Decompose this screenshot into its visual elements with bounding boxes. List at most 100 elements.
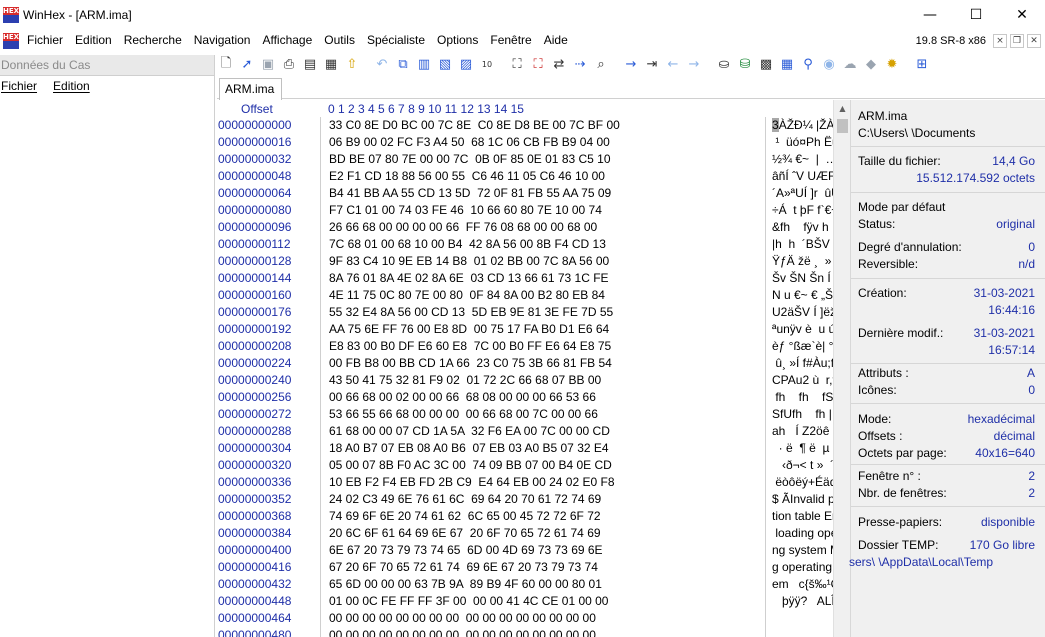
extra-icon[interactable]: ◆	[861, 56, 881, 74]
hex-bytes-cell[interactable]: 7C 68 01 00 68 10 00 B4 42 8A 56 00 8B F…	[321, 236, 766, 253]
open-file-icon[interactable]: ➚	[237, 56, 257, 74]
ascii-cell[interactable]: 3ÀŽÐ¼ |ŽÀŽØ¾ |¿	[766, 117, 833, 134]
cloud-icon[interactable]: ☁	[840, 56, 860, 74]
ascii-cell[interactable]: ah Í Z2öê | Í	[766, 423, 833, 440]
forward-icon[interactable]: →	[684, 56, 704, 74]
hex-row[interactable]: 00000000448 01 00 0C FE FF FF 3F 00 00 00…	[216, 593, 833, 610]
find-hex-text-icon[interactable]: ⌕	[591, 56, 611, 74]
case-menu-edition[interactable]: Edition	[53, 79, 96, 93]
minimize-button[interactable]: —	[907, 0, 953, 30]
ram-icon[interactable]: ▩	[756, 56, 776, 74]
hex-row[interactable]: 00000000064 B4 41 BB AA 55 CD 13 5D 72 0F…	[216, 185, 833, 202]
hex-row[interactable]: 00000000176 55 32 E4 8A 56 00 CD 13 5D EB…	[216, 304, 833, 321]
save-icon[interactable]: ▣	[258, 56, 278, 74]
hex-row[interactable]: 00000000128 9F 83 C4 10 9E EB 14 B8 01 02…	[216, 253, 833, 270]
hex-row[interactable]: 00000000032 BD BE 07 80 7E 00 00 7C 0B 0F…	[216, 151, 833, 168]
hex-row[interactable]: 00000000192 AA 75 6E FF 76 00 E8 8D 00 75…	[216, 321, 833, 338]
ascii-cell[interactable]: ‹ð¬< t » ´ Í	[766, 457, 833, 474]
maximize-button[interactable]: ☐	[953, 0, 999, 30]
fill-icon[interactable]: ▨	[456, 56, 476, 74]
zoom-icon[interactable]: ⚲	[798, 56, 818, 74]
ascii-cell[interactable]: tion table Error	[766, 508, 833, 525]
hex-bytes-cell[interactable]: 00 FB B8 00 BB CD 1A 66 23 C0 75 3B 66 8…	[321, 355, 766, 372]
hex-row[interactable]: 00000000224 00 FB B8 00 BB CD 1A 66 23 C0…	[216, 355, 833, 372]
export-icon[interactable]: ⇧	[342, 56, 362, 74]
disk-add-icon[interactable]: ⛁	[735, 56, 755, 74]
hex-bytes-cell[interactable]: 10 EB F2 F4 EB FD 2B C9 E4 64 EB 00 24 0…	[321, 474, 766, 491]
hex-row[interactable]: 00000000144 8A 76 01 8A 4E 02 8A 6E 03 CD…	[216, 270, 833, 287]
doc-system-menu-icon[interactable]: HEX	[3, 32, 19, 49]
hex-bytes-cell[interactable]: 8A 76 01 8A 4E 02 8A 6E 03 CD 13 66 61 7…	[321, 270, 766, 287]
hex-bytes-cell[interactable]: B4 41 BB AA 55 CD 13 5D 72 0F 81 FB 55 A…	[321, 185, 766, 202]
scroll-up-icon[interactable]: ▲	[834, 100, 851, 117]
case-menu-fichier[interactable]: Fichier	[0, 79, 43, 93]
hex-bytes-cell[interactable]: 53 66 55 66 68 00 00 00 00 66 68 00 7C 0…	[321, 406, 766, 423]
menu-fenetre[interactable]: Fenêtre	[484, 30, 537, 51]
hex-row[interactable]: 00000000272 53 66 55 66 68 00 00 00 00 66…	[216, 406, 833, 423]
search-disk-icon[interactable]: ◉	[819, 56, 839, 74]
hex-bytes-cell[interactable]: 26 66 68 00 00 00 00 66 FF 76 08 68 00 0…	[321, 219, 766, 236]
hex-row[interactable]: 00000000048 E2 F1 CD 18 88 56 00 55 C6 46…	[216, 168, 833, 185]
last-icon[interactable]: ⊞	[912, 56, 932, 74]
open-disk-icon[interactable]: ▦	[321, 56, 341, 74]
mdi-close-button[interactable]: ✕	[1027, 33, 1041, 48]
vertical-scrollbar[interactable]: ▲	[833, 100, 850, 637]
ascii-cell[interactable]: ëòôëý+Éädë $ àø	[766, 474, 833, 491]
scroll-thumb[interactable]	[837, 119, 848, 133]
hex-row[interactable]: 00000000208 E8 83 00 B0 DF E6 60 E8 7C 00…	[216, 338, 833, 355]
hex-bytes-cell[interactable]: F7 C1 01 00 74 03 FE 46 10 66 60 80 7E 1…	[321, 202, 766, 219]
hex-row[interactable]: 00000000016 06 B9 00 02 FC F3 A4 50 68 1C…	[216, 134, 833, 151]
menu-outils[interactable]: Outils	[318, 30, 361, 51]
ascii-cell[interactable]: ÷Á t þF f`€~ t	[766, 202, 833, 219]
paste-icon[interactable]: ▥	[414, 56, 434, 74]
ascii-cell[interactable]: ¹ üó¤Ph Ëû¹	[766, 134, 833, 151]
hex-row[interactable]: 00000000000 33 C0 8E D0 BC 00 7C 8E C0 8E…	[216, 117, 833, 134]
hex-row[interactable]: 00000000416 67 20 6F 70 65 72 61 74 69 6E…	[216, 559, 833, 576]
find-again-icon[interactable]: ⇢	[570, 56, 590, 74]
hex-bytes-cell[interactable]: 67 20 6F 70 65 72 61 74 69 6E 67 20 73 7…	[321, 559, 766, 576]
hex-bytes-cell[interactable]: 6E 67 20 73 79 73 74 65 6D 00 4D 69 73 7…	[321, 542, 766, 559]
hex-bytes-cell[interactable]: BD BE 07 80 7E 00 00 7C 0B 0F 85 0E 01 8…	[321, 151, 766, 168]
menu-aide[interactable]: Aide	[538, 30, 574, 51]
ascii-cell[interactable]: |h h ´BŠV ‹ôÍ	[766, 236, 833, 253]
ascii-cell[interactable]: U2äŠV Í ]ëž >þ}U	[766, 304, 833, 321]
ascii-cell[interactable]: âñÍ ˆV UÆF ÆF	[766, 168, 833, 185]
hex-row[interactable]: 00000000096 26 66 68 00 00 00 00 66 FF 76…	[216, 219, 833, 236]
hex-row[interactable]: 00000000352 24 02 C3 49 6E 76 61 6C 69 64…	[216, 491, 833, 508]
settings-icon[interactable]: ✹	[882, 56, 902, 74]
hex-editor-view[interactable]: Offset 0 1 2 3 4 5 6 7 8 9 10 11 12 13 1…	[216, 100, 833, 637]
new-file-icon[interactable]: 🗋	[216, 56, 236, 74]
hex-bytes-cell[interactable]: 24 02 C3 49 6E 76 61 6C 69 64 20 70 61 7…	[321, 491, 766, 508]
hex-row[interactable]: 00000000304 18 A0 B7 07 EB 08 A0 B6 07 EB…	[216, 440, 833, 457]
hex-bytes-cell[interactable]: 00 66 68 00 02 00 00 66 68 08 00 00 00 6…	[321, 389, 766, 406]
hex-row[interactable]: 00000000240 43 50 41 75 32 81 F9 02 01 72…	[216, 372, 833, 389]
menu-options[interactable]: Options	[431, 30, 484, 51]
menu-edition[interactable]: Edition	[69, 30, 118, 51]
ascii-cell[interactable]: loading operati	[766, 525, 833, 542]
hex-row[interactable]: 00000000160 4E 11 75 0C 80 7E 00 80 0F 84…	[216, 287, 833, 304]
ascii-cell[interactable]: N u €~ € „Š ²€ë„	[766, 287, 833, 304]
hex-row[interactable]: 00000000400 6E 67 20 73 79 73 74 65 6D 00…	[216, 542, 833, 559]
print-icon[interactable]: ⎙	[279, 56, 299, 74]
hex-bytes-cell[interactable]: 05 00 07 8B F0 AC 3C 00 74 09 BB 07 00 B…	[321, 457, 766, 474]
ascii-cell[interactable]: þÿÿ? ALÎ	[766, 593, 833, 610]
ascii-cell[interactable]: g operating syst	[766, 559, 833, 576]
hex-row[interactable]: 00000000368 74 69 6F 6E 20 74 61 62 6C 65…	[216, 508, 833, 525]
hex-bytes-cell[interactable]: 74 69 6F 6E 20 74 61 62 6C 65 00 45 72 7…	[321, 508, 766, 525]
ascii-cell[interactable]: · ë ¶ ë µ 2ä	[766, 440, 833, 457]
close-button[interactable]: ✕	[999, 0, 1045, 30]
copy-hex-icon[interactable]: ▧	[435, 56, 455, 74]
goto-sector-icon[interactable]: ⇥	[642, 56, 662, 74]
hex-row[interactable]: 00000000112 7C 68 01 00 68 10 00 B4 42 8A…	[216, 236, 833, 253]
properties-icon[interactable]: ▤	[300, 56, 320, 74]
hex-bytes-cell[interactable]: 01 00 0C FE FF FF 3F 00 00 00 41 4C CE 0…	[321, 593, 766, 610]
hex-row[interactable]: 00000000480 00 00 00 00 00 00 00 00 00 00…	[216, 627, 833, 637]
calculator-icon[interactable]: ▦	[777, 56, 797, 74]
ascii-cell[interactable]: fh fh fSf	[766, 389, 833, 406]
undo-icon[interactable]: ↶	[372, 56, 392, 74]
replace-hex-icon[interactable]: ⇄	[549, 56, 569, 74]
find-hex-icon[interactable]: ⛶	[528, 56, 548, 74]
mdi-minimize-button[interactable]: ×	[993, 33, 1007, 48]
hex-row[interactable]: 00000000336 10 EB F2 F4 EB FD 2B C9 E4 64…	[216, 474, 833, 491]
hex-bytes-cell[interactable]: 55 32 E4 8A 56 00 CD 13 5D EB 9E 81 3E F…	[321, 304, 766, 321]
